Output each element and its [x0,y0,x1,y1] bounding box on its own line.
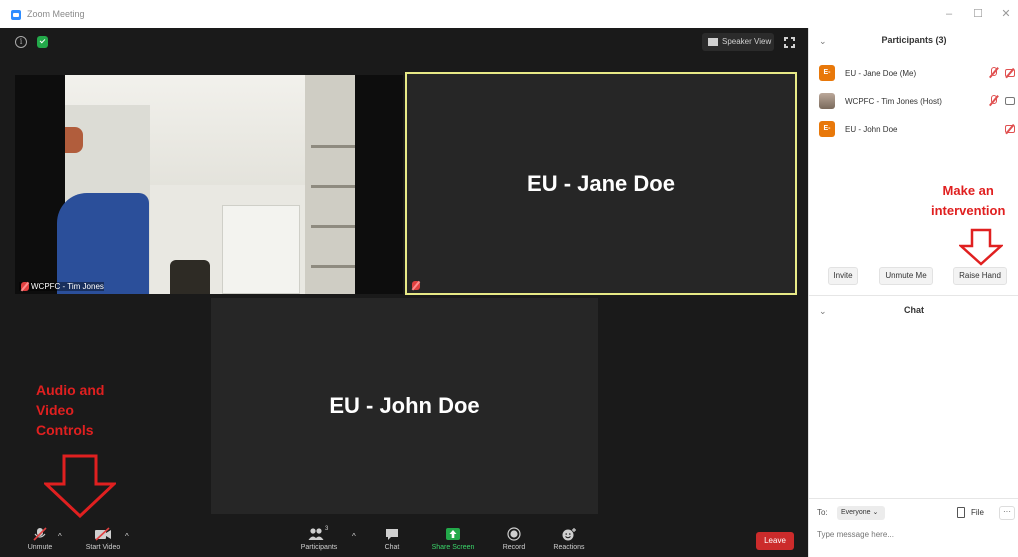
speaker-view-button[interactable]: Speaker View [702,33,774,51]
video-tile-tim-jones[interactable]: WCPFC - Tim Jones [15,75,403,294]
side-panel: ⌄ Participants (3) E- EU - Jane Doe (Me)… [808,28,1018,557]
file-icon [957,507,965,518]
video-off-icon [95,527,111,541]
mic-muted-icon [991,67,997,76]
close-button[interactable]: ✕ [995,6,1017,22]
reactions-smiley-icon [562,528,576,541]
video-tile-jane-doe[interactable]: EU - Jane Doe [405,72,797,295]
zoom-app-icon [11,10,21,20]
tile-name-label: WCPFC - Tim Jones [19,282,104,291]
participants-options-caret[interactable]: ^ [352,532,356,541]
start-video-button[interactable]: Start Video [80,527,126,551]
speaker-view-icon [708,38,718,46]
minimize-button[interactable]: – [938,6,960,22]
camera-feed [57,75,355,294]
participants-button[interactable]: 3 Participants [295,526,343,551]
more-options-button[interactable]: ··· [999,506,1015,520]
leave-button[interactable]: Leave [756,532,794,550]
avatar: E- [819,65,835,81]
video-off-icon [1005,69,1015,77]
chat-icon [386,529,398,540]
participants-icon: 3 [308,526,330,541]
video-options-caret[interactable]: ^ [125,532,129,541]
title-bar: Zoom Meeting – ☐ ✕ [0,0,1018,28]
tile-participant-name: EU - John Doe [329,393,480,418]
file-button[interactable]: File [957,506,984,520]
unmute-button[interactable]: Unmute [22,527,58,551]
avatar: E- [819,121,835,137]
annotation-arrow-down-icon [959,228,1003,266]
raise-hand-button[interactable]: Raise Hand [953,267,1007,285]
avatar [819,93,835,109]
annotation-controls: Audio and Video Controls [36,382,105,438]
mic-muted-icon [991,95,997,104]
chat-button[interactable]: Chat [378,527,406,551]
door-in-video [222,205,300,294]
video-off-icon [1005,125,1015,133]
to-label: To: [817,508,828,517]
tile-participant-name: EU - Jane Doe [527,170,675,196]
panel-divider [809,295,1018,296]
mic-muted-icon [21,282,29,291]
maximize-button[interactable]: ☐ [967,6,989,22]
video-camera-icon [1005,97,1015,105]
window-title: Zoom Meeting [27,9,85,19]
speaker-view-label: Speaker View [722,37,772,46]
unmute-me-button[interactable]: Unmute Me [879,267,933,285]
video-tile-john-doe[interactable]: EU - John Doe [211,298,598,514]
record-button[interactable]: Record [498,527,530,551]
mic-muted-icon [412,281,420,290]
annotation-intervention: Make an intervention [931,183,1006,218]
chat-input-divider [809,498,1018,499]
share-screen-button[interactable]: Share Screen [427,527,479,551]
chat-title: Chat [904,305,924,315]
participants-title: Participants (3) [881,35,947,45]
video-area: i Speaker View WCPFC - Tim Jones EU - Ja… [0,28,808,557]
audio-options-caret[interactable]: ^ [58,532,62,541]
mic-muted-icon [33,527,47,541]
participant-row-john-doe[interactable]: E- EU - John Doe [819,120,1018,140]
invite-button[interactable]: Invite [828,267,858,285]
meeting-toolbar: Unmute ^ Start Video ^ 3 Participants ^ … [0,524,808,557]
participant-row-jane-doe[interactable]: E- EU - Jane Doe (Me) [819,64,1018,84]
fullscreen-icon[interactable] [783,36,796,49]
meeting-info-icon[interactable]: i [15,36,27,48]
chat-message-input[interactable] [817,526,1012,542]
recipient-select[interactable]: Everyone ⌄ [837,506,885,520]
reactions-button[interactable]: Reactions [550,527,588,551]
record-icon [507,527,521,541]
annotation-arrow-down-icon [44,454,116,518]
participants-count: 3 [325,526,329,532]
zoom-window: Zoom Meeting – ☐ ✕ i Speaker View WCPFC … [0,0,1018,557]
share-screen-icon [446,528,460,540]
encryption-shield-icon[interactable] [37,36,48,48]
participant-row-tim-jones[interactable]: WCPFC - Tim Jones (Host) [819,92,1018,112]
